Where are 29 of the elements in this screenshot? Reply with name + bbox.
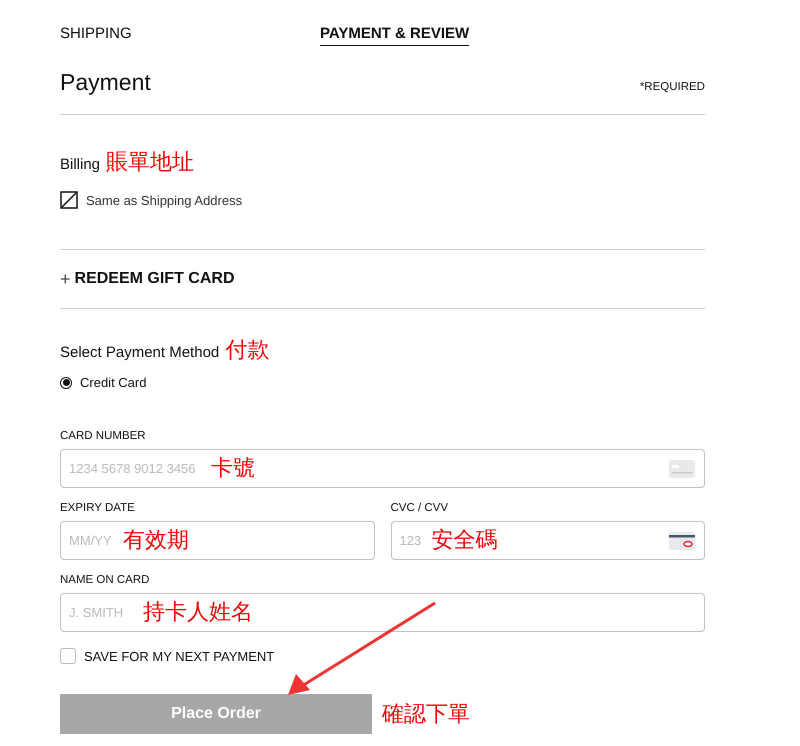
checkbox-label: SAVE FOR MY NEXT PAYMENT [84,648,274,664]
annotation: 卡號 [211,455,255,483]
section-title: Billing [60,156,100,173]
card-icon [668,530,696,550]
field-label: EXPIRY DATE [60,502,136,514]
annotation: 有效期 [123,527,189,555]
required-note: *REQUIRED [640,81,705,93]
field-label: CVC / CVV [390,502,450,514]
field-label: CARD NUMBER [60,430,147,442]
section-title: Select Payment Method [60,344,220,361]
annotation: 確認下單 [382,701,470,729]
radio-label: Credit Card [80,375,146,390]
input-field[interactable]: MM/YY 有效期 [60,521,374,560]
gift-card-toggle[interactable]: + REDEEM GIFT CARD [60,249,705,309]
radio-button[interactable] [60,376,72,388]
annotation: 賬單地址 [106,149,194,177]
annotation: 持卡人姓名 [143,599,253,627]
checkbox-label: Same as Shipping Address [86,192,242,208]
annotation: 付款 [225,337,270,365]
field-label: NAME ON CARD [60,574,150,586]
checkbox[interactable] [60,648,76,664]
step-tab[interactable]: SHIPPING [60,25,132,45]
page-heading: Payment [60,69,151,96]
annotation: 安全碼 [432,527,498,555]
step-tab[interactable]: PAYMENT & REVIEW [320,25,470,46]
input-field[interactable]: J. SMITH 持卡人姓名 [60,593,705,632]
input-field[interactable]: 1234 5678 9012 3456 卡號 [60,449,705,488]
input-field[interactable]: 123 安全碼 [390,521,705,560]
card-icon [668,458,696,478]
